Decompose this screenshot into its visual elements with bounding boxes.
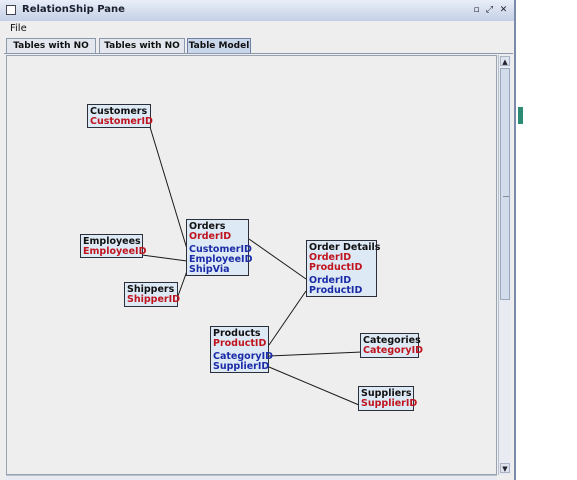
link-products-categories — [268, 351, 363, 357]
minimize-icon[interactable]: ▫ — [471, 5, 482, 16]
background-window-edge — [518, 107, 523, 124]
pk-field: EmployeeID — [83, 246, 147, 257]
pk-field: SupplierID — [361, 398, 418, 409]
relationship-lines — [141, 126, 363, 406]
link-products-orderdetails — [268, 290, 307, 346]
scroll-thumb[interactable] — [500, 68, 510, 300]
grip-icon — [503, 196, 509, 197]
tab-tables-no-pk[interactable]: Tables with NO PK — [6, 38, 96, 65]
menu-file[interactable]: File — [10, 23, 27, 34]
link-employees-orders — [141, 254, 188, 262]
table-shippers[interactable]: Shippers ShipperID — [124, 282, 181, 307]
tab-tables-no-fk[interactable]: Tables with NO FK — [99, 38, 185, 65]
app-icon — [6, 5, 16, 15]
horizontal-scrollbar[interactable] — [6, 475, 497, 480]
fk-field: ShipVia — [189, 264, 230, 275]
vertical-scrollbar[interactable]: ▲ ▼ — [498, 55, 511, 475]
pk-field: ShipperID — [127, 294, 181, 305]
pk-field: ProductID — [309, 262, 363, 273]
table-suppliers[interactable]: Suppliers SupplierID — [358, 386, 418, 411]
link-customers-orders — [149, 126, 188, 250]
table-order-details[interactable]: Order Details OrderID ProductID OrderID … — [306, 240, 380, 297]
link-orders-orderdetails — [248, 238, 307, 280]
maximize-icon[interactable]: ⤢ — [484, 5, 495, 16]
tab-divider — [4, 53, 513, 54]
close-icon[interactable]: ✕ — [498, 5, 509, 16]
scroll-down-icon[interactable]: ▼ — [500, 463, 510, 473]
pk-field: ProductID — [213, 338, 267, 349]
table-customers[interactable]: Customers CustomerID — [87, 104, 153, 128]
pk-field: CategoryID — [363, 345, 423, 356]
scroll-up-icon[interactable]: ▲ — [500, 56, 510, 66]
relationship-pane-window: RelationShip Pane ▫ ⤢ ✕ File Tables with… — [0, 0, 516, 480]
pk-field: CustomerID — [90, 116, 153, 127]
menu-bar: File — [0, 21, 514, 36]
table-orders[interactable]: Orders OrderID CustomerID EmployeeID Shi… — [186, 219, 252, 276]
title-bar[interactable]: RelationShip Pane ▫ ⤢ ✕ — [0, 0, 514, 22]
fk-field: SupplierID — [213, 361, 270, 372]
fk-field: ProductID — [309, 285, 363, 296]
table-employees[interactable]: Employees EmployeeID — [80, 234, 147, 258]
table-products[interactable]: Products ProductID CategoryID SupplierID — [210, 326, 273, 373]
relationship-canvas[interactable]: Customers CustomerID Employees EmployeeI… — [6, 55, 497, 475]
link-products-suppliers — [268, 366, 360, 406]
window-title: RelationShip Pane — [22, 4, 125, 15]
table-categories[interactable]: Categories CategoryID — [360, 333, 423, 358]
pk-field: OrderID — [189, 231, 232, 242]
tab-table-model[interactable]: Table Model — [187, 38, 251, 53]
